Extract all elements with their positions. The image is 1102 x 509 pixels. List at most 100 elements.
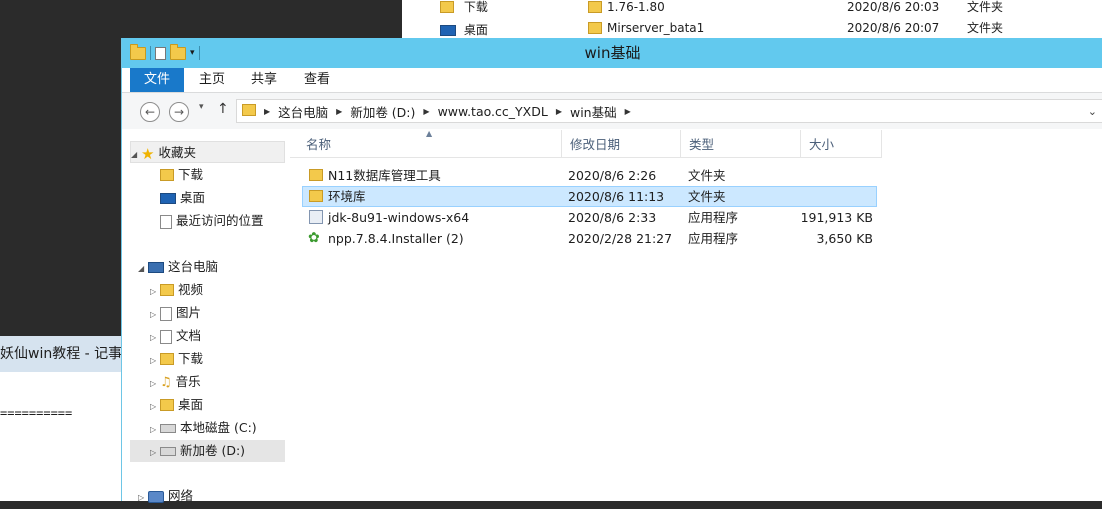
expand-arrow-icon[interactable]: ▷ [150,350,160,372]
breadcrumb-folder[interactable]: www.tao.cc_YXDL [438,104,548,119]
background-notepad-window[interactable]: 妖仙win教程 - 记事 ========== [0,336,125,501]
star-icon: ★ [141,144,155,163]
expand-arrow-icon[interactable]: ▷ [150,373,160,395]
nav-item-downloads-pc[interactable]: ▷ 下载 [150,348,203,370]
folder-download-icon [440,0,454,13]
collapse-arrow-icon[interactable]: ◢ [138,258,148,280]
quick-access-toolbar: ▾ [130,43,200,62]
file-date: 2020/8/6 2:26 [568,168,657,183]
file-type: 文件夹 [688,189,726,204]
folder-download-icon [160,352,174,365]
nav-this-pc[interactable]: ◢ 这台电脑 [138,256,218,278]
bg-file-row[interactable]: Mirserver_bata1 2020/8/6 20:07 文件夹 [588,18,1038,38]
address-history-chevron-icon[interactable]: ⌄ [1088,105,1097,118]
computer-icon [148,262,164,273]
tab-home[interactable]: 主页 [192,68,232,92]
expand-arrow-icon[interactable]: ▷ [150,442,160,464]
file-row-selected[interactable]: 环境库 2020/8/6 11:13 文件夹 [302,186,877,207]
file-date: 2020/2/28 21:27 [568,231,673,246]
breadcrumb-chevron-icon[interactable]: ▶ [556,107,562,116]
divider [198,46,200,60]
file-size: 3,650 KB [816,231,873,246]
breadcrumb-drive-d[interactable]: 新加卷 (D:) [350,102,415,121]
nav-item-drive-c[interactable]: ▷ 本地磁盘 (C:) [150,417,257,439]
column-header-size[interactable]: 大小 [801,130,882,157]
breadcrumb-this-pc[interactable]: 这台电脑 [278,102,328,121]
expand-arrow-icon[interactable]: ▷ [150,396,160,418]
breadcrumb-chevron-icon[interactable]: ▶ [336,107,342,116]
nav-item-drive-d[interactable]: ▷ 新加卷 (D:) [130,440,285,462]
bg-file-row[interactable]: 1.76-1.80 2020/8/6 20:03 文件夹 [588,0,1038,17]
java-installer-icon [309,210,323,224]
nav-item-desktop[interactable]: 桌面 [160,187,205,209]
chevron-down-icon[interactable]: ▾ [190,48,195,58]
file-type: 应用程序 [688,210,739,225]
nav-item-desktop-pc[interactable]: ▷ 桌面 [150,394,203,416]
nav-item-recent[interactable]: 最近访问的位置 [160,210,264,232]
forward-button[interactable]: → [169,102,189,122]
explorer-window: win基础 ▾ 文件 主页 共享 查看 ← → ▾ ↑ ▶ 这台电脑 ▶ 新加卷… [121,38,1102,503]
expand-arrow-icon[interactable]: ▷ [150,327,160,349]
breadcrumb-chevron-icon[interactable]: ▶ [264,107,270,116]
divider [150,46,151,60]
column-header-date[interactable]: 修改日期 [562,130,681,157]
tab-view[interactable]: 查看 [297,68,337,92]
notepad-text[interactable]: ========== [0,406,72,420]
collapse-arrow-icon[interactable]: ◢ [131,144,141,166]
recent-places-icon [160,214,172,229]
back-button[interactable]: ← [140,102,160,122]
column-header-type[interactable]: 类型 [681,130,801,157]
background-explorer-window: 下载 桌面 1.76-1.80 2020/8/6 20:03 文件夹 Mirse… [402,0,1102,38]
file-type: 应用程序 [688,231,739,246]
folder-icon [309,169,323,181]
bg-nav-item-downloads[interactable]: 下载 [440,0,488,17]
file-date: 2020/8/6 11:13 [568,189,665,204]
breadcrumb-current[interactable]: win基础 [570,102,617,121]
windows-drive-icon [160,424,176,433]
breadcrumb-chevron-icon[interactable]: ▶ [625,107,631,116]
expand-arrow-icon[interactable]: ▷ [150,304,160,326]
desktop-icon [160,193,176,204]
bg-nav-item-desktop[interactable]: 桌面 [440,20,488,38]
properties-icon[interactable] [155,46,166,60]
folder-icon [588,0,602,13]
file-list: 名称 ▲ 修改日期 类型 大小 N11数据库管理工具 2020/8/6 2:26… [290,129,1102,501]
notepad-title: 妖仙win教程 - 记事 [0,336,125,372]
desktop-folder-icon [160,398,174,411]
tab-file[interactable]: 文件 [130,68,184,92]
window-title: win基础 [584,44,641,62]
expand-arrow-icon[interactable]: ▷ [138,487,148,509]
nav-item-downloads[interactable]: 下载 [160,164,203,186]
new-folder-icon[interactable] [170,43,186,60]
nav-network[interactable]: ▷ 网络 [138,485,193,507]
ribbon-tabs: 文件 主页 共享 查看 [122,68,1102,93]
up-arrow-icon[interactable]: ↑ [217,101,229,117]
expand-arrow-icon[interactable]: ▷ [150,419,160,441]
file-row[interactable]: N11数据库管理工具 2020/8/6 2:26 文件夹 [302,165,877,186]
breadcrumb-chevron-icon[interactable]: ▶ [423,107,429,116]
address-input[interactable]: ▶ 这台电脑 ▶ 新加卷 (D:) ▶ www.tao.cc_YXDL ▶ wi… [236,99,1102,123]
file-name: jdk-8u91-windows-x64 [328,210,470,225]
notepad-plus-plus-icon: ✿ [308,230,320,246]
folder-icon [242,104,256,116]
documents-folder-icon [160,329,172,344]
expand-arrow-icon[interactable]: ▷ [150,281,160,303]
nav-item-videos[interactable]: ▷ 视频 [150,279,203,301]
tab-share[interactable]: 共享 [244,68,284,92]
recent-locations-chevron-icon[interactable]: ▾ [199,102,204,112]
videos-folder-icon [160,283,174,296]
file-name: npp.7.8.4.Installer (2) [328,231,464,246]
nav-favorites[interactable]: ◢ ★ 收藏夹 [130,141,285,163]
nav-item-documents[interactable]: ▷ 文档 [150,325,201,347]
nav-item-pictures[interactable]: ▷ 图片 [150,302,201,324]
column-header-name[interactable]: 名称 ▲ [298,129,562,157]
folder-icon[interactable] [130,43,146,60]
file-row[interactable]: ✿ npp.7.8.4.Installer (2) 2020/2/28 21:2… [302,228,877,249]
drive-icon [160,447,176,456]
file-row[interactable]: jdk-8u91-windows-x64 2020/8/6 2:33 应用程序 … [302,207,877,228]
nav-item-music[interactable]: ▷ ♫ 音乐 [150,371,201,393]
file-size: 191,913 KB [800,210,873,225]
title-bar[interactable]: win基础 ▾ [122,38,1102,68]
address-bar-area: ← → ▾ ↑ ▶ 这台电脑 ▶ 新加卷 (D:) ▶ www.tao.cc_Y… [122,93,1102,129]
file-name: 环境库 [328,189,366,204]
